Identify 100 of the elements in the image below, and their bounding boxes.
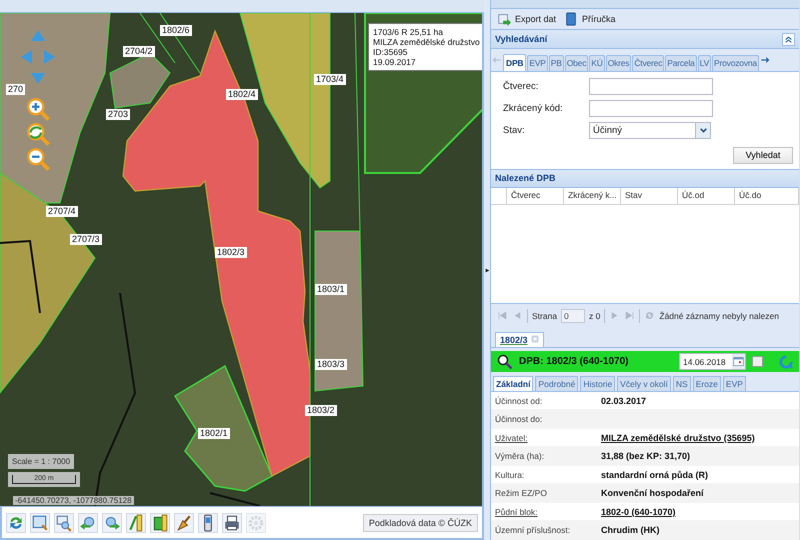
scroll-left-icon[interactable]: [492, 54, 502, 65]
value-link[interactable]: MILZA zemědělské družstvo (35695): [601, 432, 755, 443]
search-tab[interactable]: Čtverec: [632, 54, 664, 71]
date-field[interactable]: 14.06.2018: [679, 353, 746, 370]
info-text: 1703/6 R 25,51 ha: [373, 27, 444, 37]
zoom-reset-icon[interactable]: [26, 122, 50, 146]
field-label: Čtverec:: [503, 81, 540, 92]
field-label: Zkrácený kód:: [503, 103, 564, 114]
zoom-to-frame-button[interactable]: [30, 512, 50, 532]
value-link[interactable]: 1802-0 (640-1070): [601, 506, 676, 517]
detail-tab[interactable]: NS: [672, 376, 691, 391]
section-title: Vyhledávání: [495, 34, 548, 44]
export-icon: [497, 12, 511, 26]
first-page-icon[interactable]: [497, 310, 508, 322]
back-button[interactable]: [78, 512, 98, 532]
parcel-label: 1803/3: [315, 359, 347, 370]
ruler-button[interactable]: [126, 512, 146, 532]
parcel-label: 1802/3: [215, 247, 247, 258]
detail-tab[interactable]: Včely v okolí: [617, 376, 671, 391]
parcel-label: 2704/2: [123, 46, 155, 57]
search-icon: [497, 354, 513, 370]
parcel-tab[interactable]: 1802/3: [495, 332, 544, 347]
parcel-label: 1802/4: [226, 89, 258, 100]
zoom-scale-icon: [55, 514, 73, 532]
column-header[interactable]: Zkrácený k...: [564, 188, 621, 204]
column-header[interactable]: Úč.od: [678, 188, 735, 204]
search-tab[interactable]: DPB: [503, 54, 526, 71]
book-icon: [564, 12, 578, 26]
info-text: 19.09.2017: [373, 57, 417, 67]
refresh-icon[interactable]: [644, 310, 656, 322]
input-field[interactable]: [589, 78, 713, 96]
parcel-label: 1803/2: [305, 405, 337, 416]
field-label: Stav:: [503, 125, 526, 136]
column-header[interactable]: Čtverec: [507, 188, 564, 204]
field-link[interactable]: Půdní blok:: [495, 506, 601, 517]
broom-button[interactable]: [174, 512, 194, 532]
export-button[interactable]: Export dat: [497, 12, 556, 26]
info-text: MILZA zemědělské družstvo: [373, 37, 480, 47]
search-tab[interactable]: Provozovna: [712, 54, 759, 71]
close-icon[interactable]: [530, 334, 539, 343]
search-tab[interactable]: KÚ: [589, 54, 605, 71]
collapse-button[interactable]: [782, 32, 795, 46]
double-chevron-up-icon: [784, 34, 793, 44]
field-value: Konvenční hospodaření: [601, 488, 704, 498]
parcel-label: 2703: [106, 109, 130, 120]
input-field[interactable]: [589, 100, 713, 118]
broom-icon: [175, 514, 193, 532]
search-tab[interactable]: Parcela: [665, 54, 697, 71]
zoom-to-frame-icon: [31, 514, 49, 532]
status-dropdown[interactable]: Účinný: [589, 122, 711, 140]
gear-icon: [247, 514, 265, 532]
print-button[interactable]: [222, 512, 242, 532]
print-icon: [223, 514, 241, 532]
chevron-down-icon: [698, 126, 708, 136]
detail-tab[interactable]: Základní: [493, 376, 534, 391]
column-header[interactable]: Stav: [621, 188, 678, 204]
base-data-button[interactable]: Podkladová data © ČÚZK: [362, 514, 478, 532]
detail-tab[interactable]: EVP: [722, 376, 746, 391]
field-link[interactable]: Uživatel:: [495, 432, 601, 443]
checkbox[interactable]: [752, 356, 763, 368]
collapse-arrow-icon: [484, 266, 490, 274]
search-tab[interactable]: PB: [548, 54, 564, 71]
page-count: z 0: [589, 310, 600, 321]
area-ruler-icon: [151, 514, 169, 532]
detail-tab[interactable]: Eroze: [692, 376, 721, 391]
field-label: Výměra (ha):: [495, 451, 546, 462]
phone-button[interactable]: [198, 512, 218, 532]
parcel-label: 270: [6, 84, 26, 95]
search-button[interactable]: Vyhledat: [733, 146, 793, 164]
search-tab[interactable]: Obec: [564, 54, 588, 71]
parcel-label: 2707/4: [46, 206, 78, 217]
search-tab[interactable]: LV: [698, 54, 712, 71]
field-value: standardní orná půda (R): [601, 470, 708, 480]
last-page-icon[interactable]: [624, 310, 636, 322]
field-label: Územní příslušnost:: [495, 525, 572, 536]
scroll-right-icon[interactable]: [760, 54, 770, 65]
zoom-out-icon[interactable]: [26, 147, 50, 171]
field-value: 31,88 (bez KP: 31,70): [601, 451, 690, 462]
section-title: Nalezené DPB: [495, 173, 556, 184]
detail-tab[interactable]: Podrobné: [535, 376, 578, 391]
zoom-scale-button[interactable]: [54, 512, 74, 532]
column-header[interactable]: Úč.do: [735, 188, 799, 204]
refresh-button[interactable]: [6, 512, 26, 532]
zoom-in-icon[interactable]: [26, 97, 50, 121]
forward-button[interactable]: [102, 512, 122, 532]
area-ruler-button[interactable]: [150, 512, 170, 532]
field-label: Režim EZ/PO: [495, 488, 548, 498]
page-label: Strana: [532, 310, 558, 321]
calendar-icon: [733, 356, 744, 368]
detail-tab[interactable]: Historie: [580, 376, 616, 391]
previous-page-icon[interactable]: [512, 310, 523, 322]
parcel-label: 1703/4: [314, 74, 346, 85]
search-tab[interactable]: Okres: [606, 54, 632, 71]
manual-button[interactable]: Příručka: [564, 12, 616, 26]
refresh-icon[interactable]: [779, 354, 793, 369]
field-label: Účinnost do:: [495, 414, 544, 424]
parcel-label: 1803/1: [315, 284, 347, 295]
coordinates-text: -641450.70273, -1077880.75128: [13, 496, 134, 505]
search-tab[interactable]: EVP: [527, 54, 548, 71]
aerial-map-drawing[interactable]: [0, 13, 482, 506]
